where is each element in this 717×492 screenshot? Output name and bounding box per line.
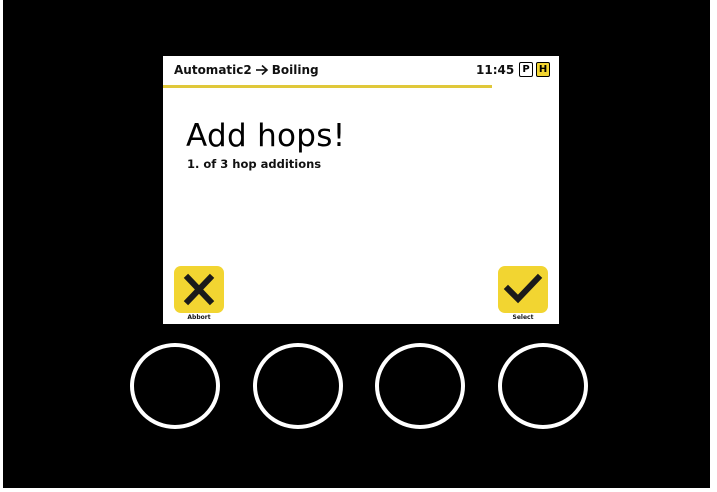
page-title: Add hops! — [186, 118, 346, 154]
breadcrumb-step: Boiling — [271, 63, 319, 77]
breadcrumb-mode: Automatic2 — [174, 63, 252, 77]
clock: 11:45 — [476, 63, 515, 77]
page-subtitle: 1. of 3 hop additions — [187, 157, 322, 171]
checkmark-icon — [503, 273, 543, 304]
breadcrumb: Automatic2 Boiling — [174, 63, 319, 77]
hardware-button-3[interactable] — [375, 343, 465, 429]
close-icon — [183, 273, 215, 306]
abort-button[interactable] — [174, 266, 224, 313]
abort-label: Abbort — [187, 314, 211, 321]
hardware-button-2[interactable] — [253, 343, 343, 429]
select-label: Select — [512, 314, 534, 321]
badge-h: H — [536, 62, 550, 77]
display-screen: Automatic2 Boiling 11:45 P H Add hops! 1… — [163, 56, 559, 324]
progress-fill — [163, 85, 492, 88]
status-header: Automatic2 Boiling 11:45 P H — [163, 56, 559, 87]
progress-bar — [163, 85, 559, 88]
badge-p: P — [519, 62, 533, 77]
arrow-right-icon — [255, 64, 269, 76]
hardware-button-4[interactable] — [498, 343, 588, 429]
hardware-button-1[interactable] — [130, 343, 220, 429]
device-bezel: Automatic2 Boiling 11:45 P H Add hops! 1… — [3, 0, 710, 488]
select-button[interactable] — [498, 266, 548, 313]
